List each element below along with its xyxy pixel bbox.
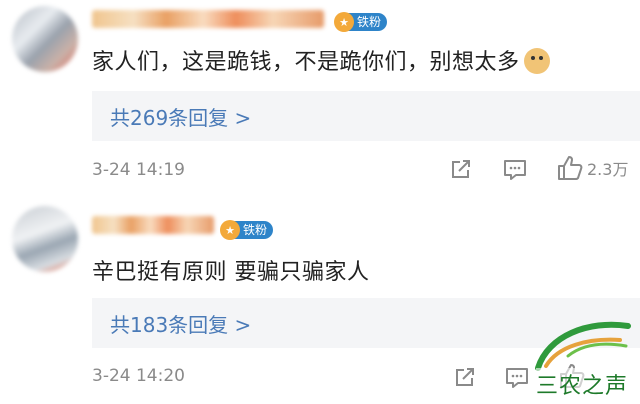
medal-icon: ★ xyxy=(220,220,240,240)
fan-badge: ★ 铁粉 xyxy=(334,12,388,32)
share-button[interactable] xyxy=(452,364,478,390)
thumbs-up-icon xyxy=(558,156,583,180)
share-icon xyxy=(456,368,474,386)
leaf-logo-icon xyxy=(535,321,631,371)
comment-icon xyxy=(506,368,528,388)
view-replies-button[interactable]: 共269条回复 > xyxy=(92,91,640,141)
avatar[interactable] xyxy=(12,6,78,72)
fan-badge: ★ 铁粉 xyxy=(220,220,274,240)
comment-timestamp: 3-24 14:19 xyxy=(92,160,185,180)
share-icon xyxy=(452,160,470,178)
replies-label: 共183条回复 > xyxy=(110,312,252,337)
comment-text-content: 家人们，这是跪钱，不是跪你们，别想太多 xyxy=(92,50,520,75)
share-button[interactable] xyxy=(448,156,474,182)
replies-label: 共269条回复 > xyxy=(110,105,252,130)
comment-timestamp: 3-24 14:20 xyxy=(92,366,185,386)
comment-icon xyxy=(504,160,526,180)
reply-button[interactable] xyxy=(504,366,530,390)
like-button[interactable]: 2.3万 xyxy=(556,154,628,182)
comment-text: 家人们，这是跪钱，不是跪你们，别想太多 xyxy=(92,44,550,76)
username-blurred[interactable] xyxy=(92,216,214,234)
reply-button[interactable] xyxy=(502,158,528,182)
doge-emoji-icon xyxy=(523,48,550,74)
comment-text: 辛巴挺有原则 要骗只骗家人 xyxy=(92,260,370,285)
like-count: 2.3万 xyxy=(587,160,629,179)
avatar[interactable] xyxy=(12,206,78,272)
watermark-logo: 三农之声 xyxy=(528,316,640,404)
medal-icon: ★ xyxy=(334,12,354,32)
username-blurred[interactable] xyxy=(92,10,324,28)
watermark-text: 三农之声 xyxy=(536,368,629,400)
